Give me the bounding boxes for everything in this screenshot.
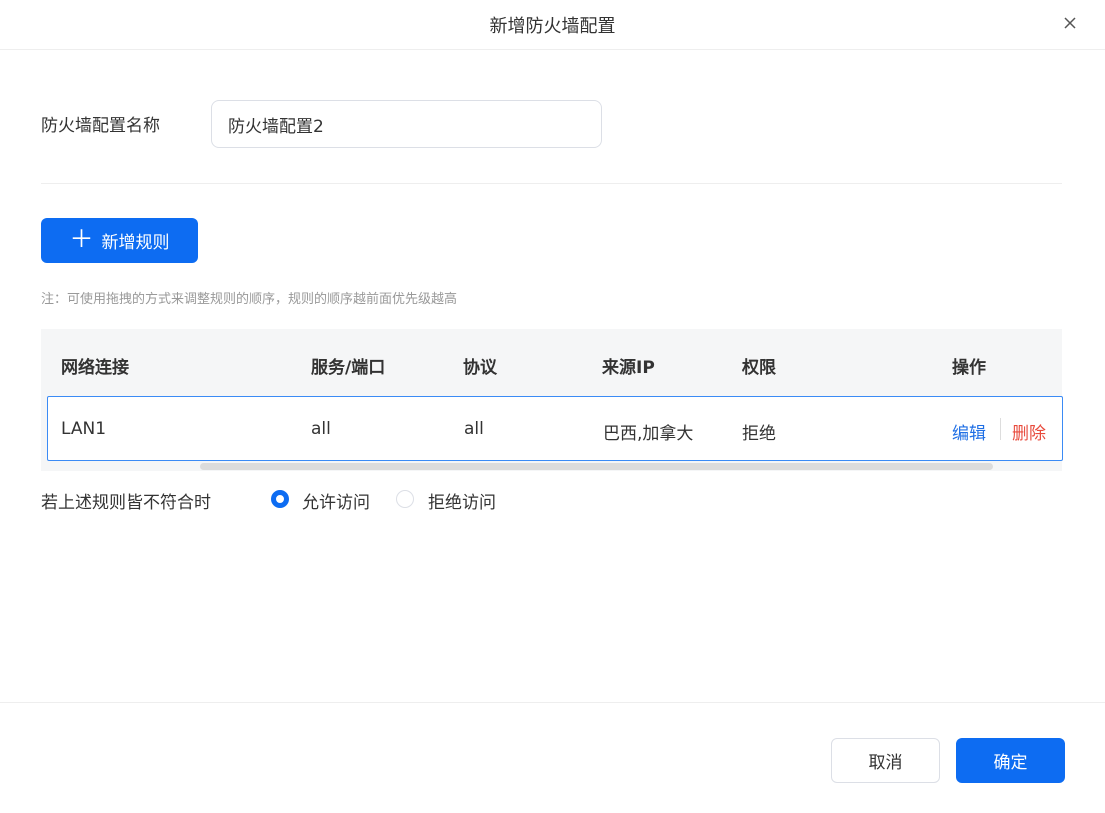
cancel-button[interactable]: 取消 [831, 738, 940, 783]
edit-link[interactable]: 编辑 [952, 419, 986, 444]
column-header-network: 网络连接 [61, 358, 129, 378]
column-header-permission: 权限 [742, 358, 776, 378]
horizontal-scrollbar[interactable] [200, 463, 993, 470]
cell-protocol: all [464, 419, 484, 439]
add-rule-label: 新增规则 [101, 233, 170, 252]
drag-order-note: 注：可使用拖拽的方式来调整规则的顺序，规则的顺序越前面优先级越高 [41, 292, 458, 307]
deny-radio-label[interactable]: 拒绝访问 [428, 488, 496, 513]
delete-link[interactable]: 删除 [1012, 419, 1046, 444]
allow-radio[interactable] [271, 490, 289, 508]
column-header-service: 服务/端口 [311, 358, 386, 378]
column-header-protocol: 协议 [463, 358, 497, 378]
confirm-button[interactable]: 确定 [956, 738, 1065, 783]
config-name-input[interactable] [211, 100, 602, 148]
table-header: 网络连接 服务/端口 协议 来源IP 权限 操作 [41, 329, 1062, 396]
plus-icon: ＋ [69, 225, 94, 253]
table-row[interactable]: LAN1 all all 巴西,加拿大 拒绝 编辑 删除 [47, 396, 1063, 461]
dialog-header: 新增防火墙配置 [0, 0, 1105, 50]
column-header-source-ip: 来源IP [602, 358, 655, 378]
close-icon[interactable] [1057, 10, 1083, 36]
add-rule-button[interactable]: ＋ 新增规则 [41, 218, 198, 263]
divider [41, 183, 1062, 184]
action-separator [1000, 418, 1001, 440]
cell-permission: 拒绝 [742, 424, 776, 444]
dialog-title: 新增防火墙配置 [489, 16, 616, 37]
cell-source-ip: 巴西,加拿大 [603, 424, 694, 444]
deny-radio[interactable] [396, 490, 414, 508]
column-header-actions: 操作 [952, 358, 986, 378]
rules-table: 网络连接 服务/端口 协议 来源IP 权限 操作 LAN1 all all 巴西… [41, 329, 1063, 471]
config-name-label: 防火墙配置名称 [41, 116, 160, 136]
cell-network: LAN1 [61, 419, 107, 439]
allow-radio-label[interactable]: 允许访问 [302, 488, 370, 513]
fallback-label: 若上述规则皆不符合时 [41, 493, 211, 513]
footer-divider [0, 702, 1105, 703]
cell-service: all [311, 419, 331, 439]
